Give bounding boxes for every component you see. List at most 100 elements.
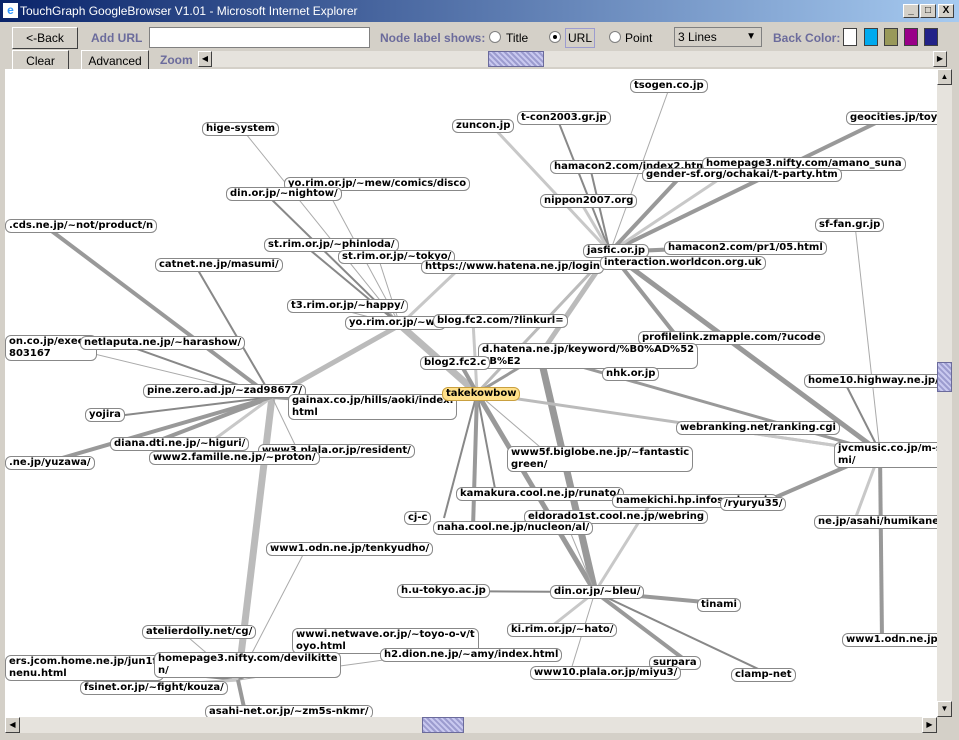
graph-node[interactable]: hige-system <box>202 122 280 136</box>
graph-node[interactable]: ki.rim.or.jp/~hato/ <box>507 623 618 637</box>
graph-edge <box>471 392 479 529</box>
graph-node[interactable]: h2.dion.ne.jp/~amy/index.html <box>380 648 563 662</box>
graph-edge <box>556 117 611 253</box>
add-url-label: Add URL <box>91 31 143 45</box>
graph-edge <box>536 354 599 593</box>
chevron-down-icon: ▼ <box>746 31 756 42</box>
graph-edge <box>43 224 274 399</box>
graph-node[interactable]: ne.jp/asahi/humikane/e <box>814 515 937 529</box>
horizontal-thumb[interactable] <box>422 717 464 733</box>
graph-node[interactable]: zuncon.jp <box>452 119 515 133</box>
back-color-label: Back Color: <box>773 31 841 45</box>
radio-point[interactable] <box>609 31 621 43</box>
horizontal-scrollbar[interactable]: ◀ ▶ <box>5 717 937 733</box>
graph-node[interactable]: fsinet.or.jp/~fight/kouza/ <box>80 681 228 695</box>
scroll-right-arrow[interactable]: ▶ <box>922 717 937 733</box>
graph-node[interactable]: naha.cool.ne.jp/nucleon/al/ <box>433 521 594 535</box>
graph-node[interactable]: webranking.net/ranking.cgi <box>676 421 840 435</box>
color-purple[interactable] <box>904 28 918 46</box>
color-white[interactable] <box>843 28 857 46</box>
graph-node[interactable]: home10.highway.ne.jp/ya <box>804 374 937 388</box>
radio-title-label: Title <box>506 31 529 45</box>
graph-node[interactable]: .cds.ne.jp/~not/product/n <box>5 219 158 233</box>
graph-node[interactable]: din.or.jp/~nightow/ <box>226 187 342 201</box>
graph-node[interactable]: gainax.co.jp/hills/aoki/index. html <box>288 394 458 420</box>
graph-node[interactable]: catnet.ne.jp/masumi/ <box>155 258 283 272</box>
node-label-shows-label: Node label shows: <box>380 31 486 45</box>
graph-node[interactable]: www10.plala.or.jp/miyu3/ <box>530 666 682 680</box>
graph-node[interactable]: https://www.hatena.ne.jp/login <box>421 260 605 274</box>
radio-url-label: URL <box>565 28 596 48</box>
radio-title[interactable] <box>489 31 501 43</box>
graph-node[interactable]: .ne.jp/yuzawa/ <box>5 456 95 470</box>
graph-canvas[interactable]: tsogen.co.jp t-con2003.gr.jp zuncon.jp geoc… <box>5 69 937 717</box>
zoom-slider[interactable]: ◀ ▶ <box>198 51 947 67</box>
title-bar: e TouchGraph GoogleBrowser V1.01 - Micro… <box>0 0 959 22</box>
graph-node[interactable]: pine.zero.ad.jp/~zad98677/ <box>143 384 306 398</box>
graph-node[interactable]: www1.odn.ne.jp/~ <box>842 633 937 647</box>
graph-node[interactable]: t-con2003.gr.jp <box>517 111 611 125</box>
vertical-scrollbar[interactable]: ▲ ▼ <box>937 69 952 717</box>
graph-node[interactable]: tinami <box>697 598 741 612</box>
graph-node[interactable]: diana.dti.ne.jp/~higuri/ <box>110 437 250 451</box>
minimize-button[interactable]: _ <box>903 4 919 18</box>
graph-node[interactable]: nhk.or.jp <box>602 367 660 381</box>
graph-edge <box>490 124 612 254</box>
graph-edge <box>878 451 884 641</box>
close-button[interactable]: X <box>938 4 954 18</box>
maximize-button[interactable]: □ <box>920 4 936 18</box>
graph-node[interactable]: din.or.jp/~bleu/ <box>550 585 645 599</box>
graph-node[interactable]: blog2.fc2.c <box>420 356 491 370</box>
graph-node[interactable]: asahi-net.or.jp/~zm5s-nkmr/ <box>205 705 373 717</box>
graph-node[interactable]: clamp-net <box>731 668 796 682</box>
graph-node[interactable]: netlaputa.ne.jp/~harashow/ <box>80 336 246 350</box>
window-title: TouchGraph GoogleBrowser V1.01 - Microso… <box>20 4 358 18</box>
graph-edge <box>539 353 881 454</box>
graph-node-selected[interactable]: takekowbow <box>442 387 521 401</box>
color-olive[interactable] <box>884 28 898 46</box>
zoom-thumb[interactable] <box>488 51 544 67</box>
zoom-label: Zoom <box>160 53 193 67</box>
vertical-thumb[interactable] <box>937 362 952 392</box>
radio-url[interactable] <box>549 31 561 43</box>
back-button[interactable]: <-Back <box>12 27 78 49</box>
radio-point-label: Point <box>625 31 653 45</box>
graph-edge <box>194 264 273 398</box>
graph-node[interactable]: sf-fan.gr.jp <box>815 218 885 232</box>
graph-node[interactable]: yo.rim.or.jp/~wo <box>345 316 446 330</box>
graph-node[interactable]: cj-c <box>404 511 432 525</box>
graph-node[interactable]: yojira <box>85 408 125 422</box>
graph-node[interactable]: geocities.jp/toyos <box>846 111 937 125</box>
graph-node[interactable]: gender-sf.org/ochakai/t-party.htm <box>642 168 842 182</box>
graph-node[interactable]: hamacon2.com/pr1/05.html <box>664 241 827 255</box>
graph-node[interactable]: kamakura.cool.ne.jp/runato/ <box>456 487 624 501</box>
graph-node[interactable]: /ryuryu35/ <box>720 497 787 511</box>
scroll-down-arrow[interactable]: ▼ <box>937 701 952 717</box>
graph-node[interactable]: homepage3.nifty.com/devilkitte n/ <box>154 652 342 678</box>
graph-node[interactable]: interaction.worldcon.org.uk <box>600 256 766 270</box>
graph-node[interactable]: tsogen.co.jp <box>630 79 708 93</box>
scroll-up-arrow[interactable]: ▲ <box>937 69 952 85</box>
graph-edge <box>854 224 881 453</box>
graph-node[interactable]: www5f.biglobe.ne.jp/~fantastic green/ <box>507 446 694 472</box>
graph-edge <box>241 128 401 326</box>
graph-node[interactable]: blog.fc2.com/?linkurl= <box>433 314 568 328</box>
zoom-left-arrow[interactable]: ◀ <box>198 51 212 67</box>
add-url-input[interactable] <box>149 27 370 48</box>
graph-node[interactable]: h.u-tokyo.ac.jp <box>397 584 490 598</box>
zoom-right-arrow[interactable]: ▶ <box>933 51 947 67</box>
graph-node[interactable]: d.hatena.ne.jp/keyword/%B0%AD%52 CB%E2 <box>478 343 699 369</box>
graph-node[interactable]: atelierdolly.net/cg/ <box>142 625 257 639</box>
graph-node[interactable]: nippon2007.org <box>540 194 638 208</box>
ie-icon: e <box>3 3 18 18</box>
graph-node[interactable]: ers.jcom.home.ne.jp/jun1f/ nenu.html <box>5 655 165 681</box>
graph-node[interactable]: t3.rim.or.jp/~happy/ <box>287 299 409 313</box>
color-cyan[interactable] <box>864 28 878 46</box>
lines-select-value: 3 Lines <box>678 30 717 44</box>
graph-node[interactable]: www1.odn.ne.jp/tenkyudho/ <box>266 542 434 556</box>
graph-node[interactable]: www2.famille.ne.jp/~proton/ <box>149 451 320 465</box>
graph-node[interactable]: jvcmusic.co.jp/m-se mi/ <box>834 442 937 468</box>
color-navy[interactable] <box>924 28 938 46</box>
lines-select[interactable]: 3 Lines ▼ <box>674 27 762 47</box>
scroll-left-arrow[interactable]: ◀ <box>5 717 20 733</box>
